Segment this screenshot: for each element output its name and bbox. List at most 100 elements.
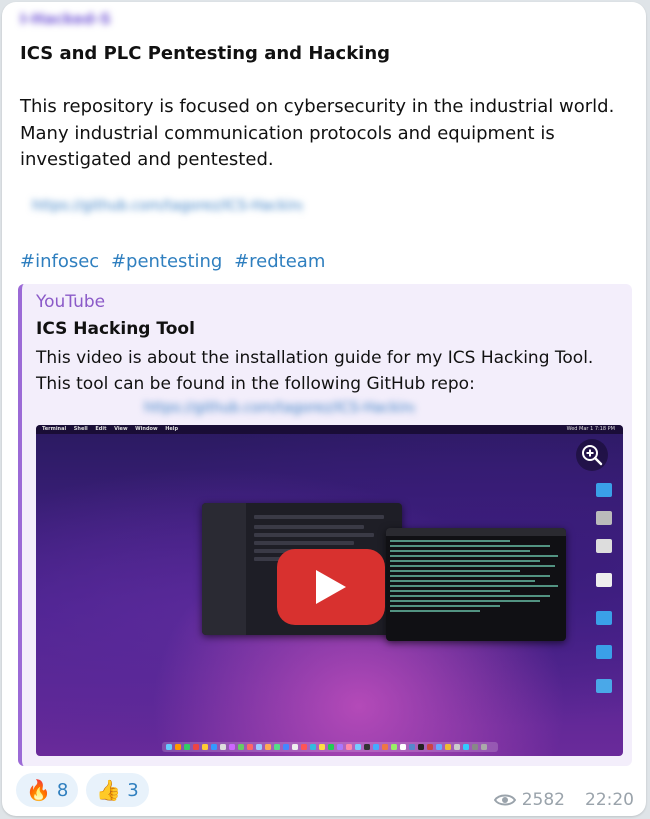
menu-bar-clock: Wed Mar 1 7:18 PM — [566, 426, 615, 432]
post-title: ICS and PLC Pentesting and Hacking — [20, 43, 391, 64]
post-body: This repository is focused on cybersecur… — [20, 94, 630, 174]
thumbs-up-icon: 👍 — [96, 778, 122, 802]
terminal-titlebar — [386, 528, 566, 536]
dock-app-icon — [193, 744, 199, 750]
view-count: 2582 — [521, 790, 565, 810]
dock-app-icon — [328, 744, 334, 750]
terminal-line — [390, 570, 520, 572]
finder-row — [254, 541, 354, 545]
body-line: This repository is focused on cybersecur… — [20, 96, 615, 117]
dock-app-icon — [346, 744, 352, 750]
magnifier-plus-icon — [582, 445, 603, 466]
mac-menu-bar: Terminal Shell Edit View Window Help Wed… — [36, 425, 623, 434]
terminal-line — [390, 585, 558, 587]
dock-app-icon — [211, 744, 217, 750]
terminal-line — [390, 575, 550, 577]
video-thumbnail[interactable]: Terminal Shell Edit View Window Help Wed… — [36, 425, 623, 756]
terminal-line — [390, 555, 558, 557]
message-time: 22:20 — [585, 790, 634, 810]
desktop-file-icon — [596, 539, 612, 553]
dock-app-icon — [427, 744, 433, 750]
dock-app-icon — [472, 744, 478, 750]
terminal-window — [386, 528, 566, 641]
dock-app-icon — [202, 744, 208, 750]
dock-app-icon — [454, 744, 460, 750]
preview-site-name: YouTube — [36, 292, 106, 312]
link-preview[interactable]: YouTube ICS Hacking Tool This video is a… — [18, 284, 632, 766]
terminal-line — [390, 540, 510, 542]
play-button[interactable] — [277, 549, 385, 625]
desktop-folder-icon — [596, 611, 612, 625]
menu-item: Edit — [95, 426, 107, 432]
eye-icon — [493, 794, 516, 806]
preview-blurred-link[interactable]: https://github.com/tagorez/ICS-Hacking-T… — [144, 400, 414, 420]
dock-app-icon — [175, 744, 181, 750]
dock-app-icon — [265, 744, 271, 750]
dock-app-icon — [445, 744, 451, 750]
preview-desc-line: This tool can be found in the following … — [36, 374, 475, 394]
terminal-line — [390, 595, 550, 597]
terminal-line — [390, 600, 540, 602]
play-icon — [316, 570, 346, 604]
dock-app-icon — [310, 744, 316, 750]
dock-app-icon — [364, 744, 370, 750]
dock-app-icon — [166, 744, 172, 750]
dock-app-icon — [238, 744, 244, 750]
terminal-line — [390, 590, 510, 592]
terminal-line — [390, 560, 540, 562]
desktop-drive-icon — [596, 573, 612, 587]
desktop-file-icon — [596, 511, 612, 525]
finder-row — [254, 515, 384, 519]
hashtags: #infosec #pentesting #redteam — [20, 251, 331, 272]
finder-sidebar — [202, 503, 246, 635]
terminal-line — [390, 565, 555, 567]
dock-app-icon — [391, 744, 397, 750]
reaction-thumbs-up[interactable]: 👍 3 — [86, 773, 149, 807]
dock-app-icon — [283, 744, 289, 750]
dock-app-icon — [292, 744, 298, 750]
body-line: Many industrial communication protocols … — [20, 122, 555, 144]
preview-desc-line: This video is about the installation gui… — [36, 348, 594, 368]
hashtag-redteam[interactable]: #redteam — [234, 251, 325, 272]
zoom-icon[interactable] — [576, 439, 608, 471]
fire-icon: 🔥 — [26, 778, 51, 802]
preview-title: ICS Hacking Tool — [36, 319, 195, 339]
desktop-folder-icon — [596, 645, 612, 659]
dock-app-icon — [247, 744, 253, 750]
dock-app-icon — [319, 744, 325, 750]
dock-app-icon — [436, 744, 442, 750]
reaction-count: 8 — [56, 779, 69, 801]
hashtag-infosec[interactable]: #infosec — [20, 251, 99, 272]
dock-app-icon — [274, 744, 280, 750]
terminal-line — [390, 610, 480, 612]
menu-item: Shell — [73, 426, 88, 432]
hashtag-pentesting[interactable]: #pentesting — [111, 251, 222, 272]
dock-app-icon — [301, 744, 307, 750]
dock-app-icon — [382, 744, 388, 750]
dock-app-icon — [463, 744, 469, 750]
mac-dock — [162, 742, 498, 752]
dock-app-icon — [337, 744, 343, 750]
reaction-count: 3 — [127, 779, 139, 801]
menu-item: Help — [165, 426, 179, 432]
dock-app-icon — [409, 744, 415, 750]
message-bubble: I-Hacked-S ICS and PLC Pentesting and Ha… — [2, 2, 646, 816]
sender-name[interactable]: I-Hacked-S — [20, 10, 150, 32]
dock-app-icon — [355, 744, 361, 750]
reaction-fire[interactable]: 🔥 8 — [16, 773, 79, 807]
dock-trash-icon — [481, 744, 487, 750]
dock-app-icon — [220, 744, 226, 750]
desktop-folder-icon — [596, 483, 612, 497]
dock-app-icon — [229, 744, 235, 750]
menu-item: View — [114, 426, 128, 432]
menu-item: Terminal — [42, 426, 67, 432]
menu-item: Window — [135, 426, 158, 432]
blurred-link[interactable]: https://github.com/tagorez/ICS-Hacking — [32, 198, 302, 218]
terminal-line — [390, 550, 530, 552]
terminal-line — [390, 545, 550, 547]
body-line: investigated and pentested. — [20, 149, 274, 170]
dock-app-icon — [373, 744, 379, 750]
terminal-line — [390, 580, 535, 582]
dock-app-icon — [400, 744, 406, 750]
finder-row — [254, 533, 374, 537]
